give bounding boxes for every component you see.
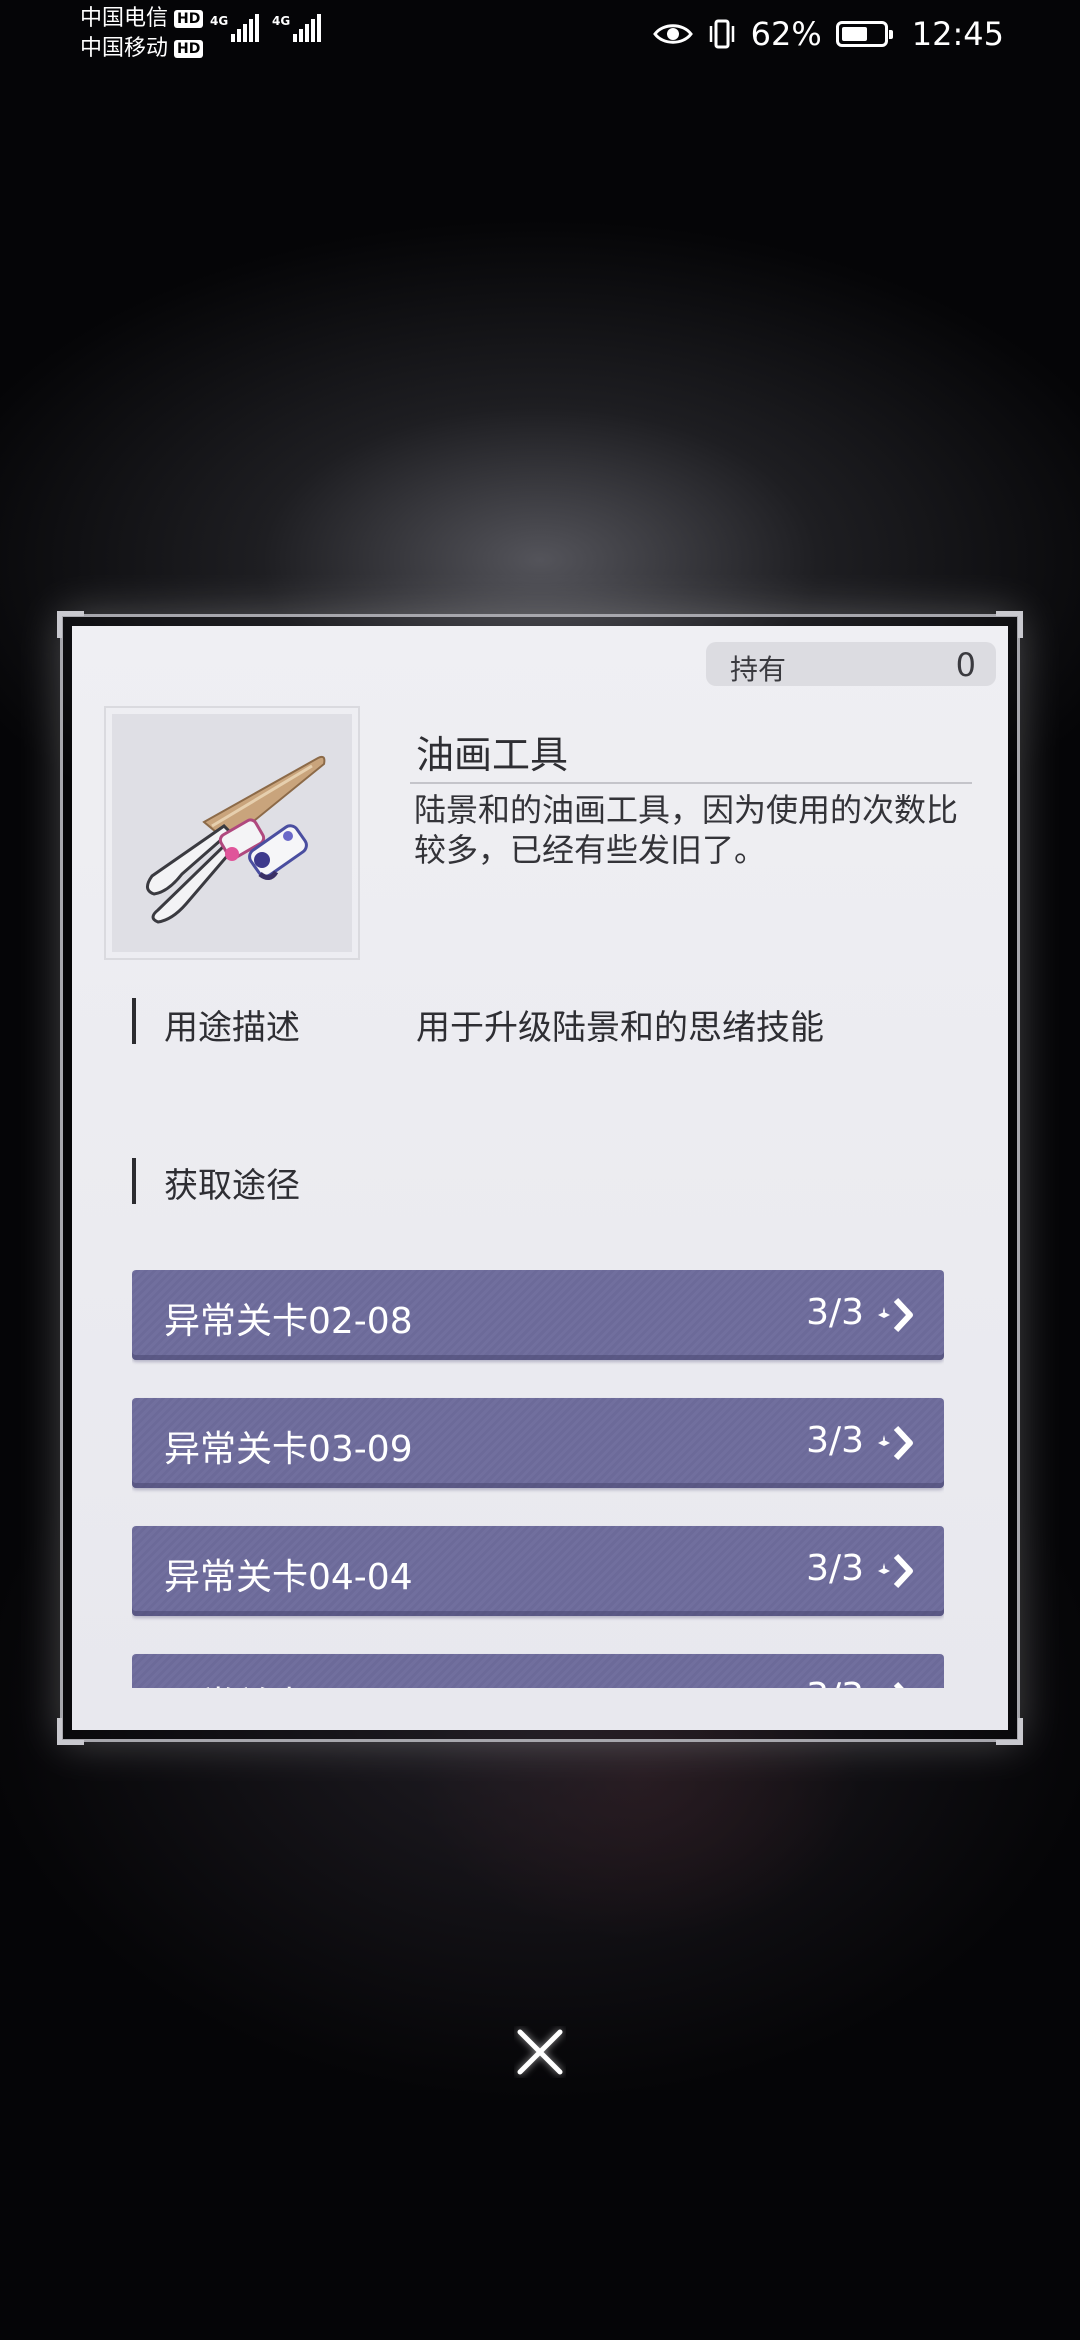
item-image <box>112 714 352 952</box>
usage-section-title: 用途描述 <box>164 1008 300 1048</box>
battery-icon <box>835 21 893 47</box>
section-marker <box>132 998 136 1044</box>
signal-bars-icon <box>231 14 261 42</box>
source-stage-button[interactable]: 异常关卡04-04 3/3 <box>132 1526 944 1616</box>
section-marker <box>132 1158 136 1204</box>
stage-clear-count: 3/3 <box>806 1420 864 1461</box>
stage-name: 异常关卡02-08 <box>164 1301 413 1342</box>
owned-count: 0 <box>955 646 976 684</box>
owned-count-chip: 持有 0 <box>706 642 996 686</box>
hd-badge-1: HD <box>174 10 204 28</box>
signal-bars-icon <box>293 14 323 42</box>
stage-name: 异常关卡03-09 <box>164 1429 413 1470</box>
stage-clear-count: 3/3 <box>806 1548 864 1589</box>
stage-name: 异常关卡04-04 <box>164 1557 413 1598</box>
go-arrow-icon <box>878 1425 913 1461</box>
network-type-1: 4G <box>210 14 229 28</box>
source-list[interactable]: 异常关卡02-08 3/3 异常关卡03-09 3/3 异常关卡04-04 3/… <box>132 1270 944 1688</box>
hd-badge-2: HD <box>174 40 204 58</box>
item-image-frame <box>104 706 360 960</box>
go-arrow-icon <box>878 1553 913 1589</box>
network-type-2: 4G <box>272 14 291 28</box>
carrier-info: 中国电信 HD 中国移动 HD <box>80 4 204 64</box>
go-arrow-icon <box>893 1681 904 1688</box>
carrier-line-2: 中国移动 HD <box>80 34 204 64</box>
name-divider <box>410 782 972 784</box>
signal-strength-2: 4G <box>272 14 323 42</box>
carrier-1-name: 中国电信 <box>80 6 169 31</box>
clock: 12:45 <box>911 15 1004 53</box>
source-section-title: 获取途径 <box>164 1166 300 1206</box>
source-stage-button[interactable]: 异常关卡02-08 3/3 <box>132 1270 944 1360</box>
carrier-line-1: 中国电信 HD <box>80 4 204 34</box>
item-description: 陆景和的油画工具，因为使用的次数比较多，已经有些发旧了。 <box>414 791 959 869</box>
go-arrow-icon <box>878 1297 913 1333</box>
source-stage-button[interactable]: 异常关卡04-08 3/3 <box>132 1654 944 1688</box>
item-detail-panel: 持有 0 油画工具 陆景和的油画工具，因为使用的次数比较多，已经有些发旧了。 用… <box>72 626 1008 1730</box>
source-stage-button[interactable]: 异常关卡03-09 3/3 <box>132 1398 944 1488</box>
status-bar: 中国电信 HD 中国移动 HD 4G 4G 62% 12:45 <box>0 0 1080 70</box>
owned-label: 持有 <box>730 653 787 686</box>
eye-icon <box>652 24 693 44</box>
signal-strength-1: 4G <box>210 14 261 42</box>
usage-description: 用于升级陆景和的思绪技能 <box>416 1008 824 1048</box>
stage-clear-count: 3/3 <box>806 1292 864 1333</box>
close-icon[interactable] <box>514 2026 566 2078</box>
stage-name: 异常关卡04-08 <box>164 1676 413 1688</box>
item-name: 油画工具 <box>416 733 569 777</box>
battery-level <box>841 27 867 41</box>
stage-clear-count: 3/3 <box>806 1676 864 1688</box>
status-right-group: 62% 12:45 <box>639 12 1004 56</box>
carrier-2-name: 中国移动 <box>80 36 169 61</box>
battery-percent: 62% <box>750 15 822 53</box>
oil-paint-tools-icon <box>146 755 326 924</box>
vibrate-icon <box>709 19 734 49</box>
